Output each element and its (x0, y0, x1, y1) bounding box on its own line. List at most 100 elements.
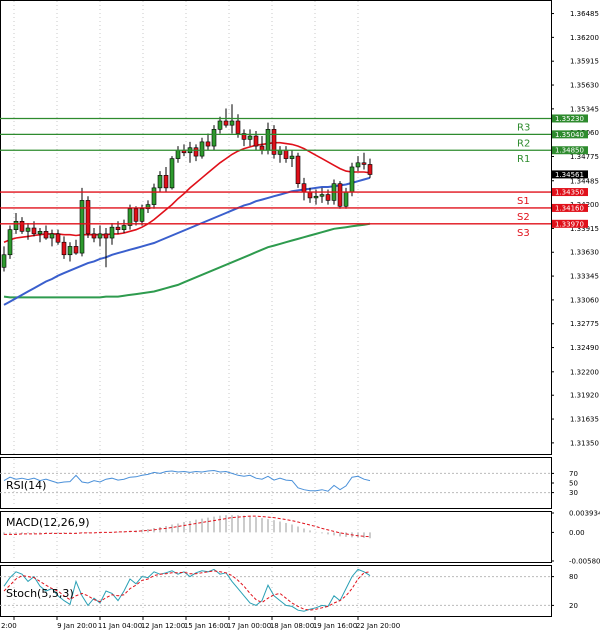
candle-body (295, 155, 301, 184)
candle-body (367, 164, 373, 175)
candle-body (85, 200, 91, 235)
candle-body (337, 183, 343, 207)
candle-body (265, 129, 271, 151)
candle-body (91, 233, 97, 239)
y-tick-label: 1.33630 (570, 249, 599, 257)
chart-canvas: 1.36485 1.36200 1.35915 1.35630 1.35345 1.350… (0, 0, 600, 630)
y-tick-label: 0.00 (569, 529, 585, 537)
candle-body (205, 141, 211, 147)
level-name-r2: R2 (517, 138, 530, 149)
candle-body (151, 187, 157, 205)
candle-body (157, 175, 163, 189)
candle-body (325, 194, 331, 201)
y-tick-label: 1.32775 (570, 320, 599, 328)
x-tick-label: 2:00 (1, 622, 17, 630)
stoch-title: Stoch(5,5,3) (6, 587, 74, 600)
current-price-label: 1.34561 (555, 171, 584, 179)
y-tick-label: 20 (569, 602, 578, 610)
y-tick-label: 1.33060 (570, 296, 599, 304)
candle-body (163, 175, 169, 189)
candle-body (343, 191, 349, 207)
candle-body (31, 227, 37, 235)
level-name-s1: S1 (517, 196, 530, 207)
candle-body (199, 141, 205, 157)
candle-body (67, 246, 73, 256)
candle-body (97, 233, 103, 239)
x-tick-label: 11 Jan 04:00 (98, 622, 142, 630)
candle-body (301, 183, 307, 193)
candle-body (73, 246, 79, 254)
x-tick-label: 17 Jan 00:00 (227, 622, 271, 630)
candle-body (253, 135, 259, 147)
level-name-s2: S2 (517, 212, 530, 223)
candle-body (283, 149, 289, 159)
level-price-label: 1.34160 (555, 204, 584, 212)
y-tick-label: 1.35345 (570, 105, 599, 113)
candle-body (61, 241, 67, 256)
rsi-panel (0, 457, 552, 509)
level-name-r1: R1 (517, 154, 530, 165)
y-tick-label: 1.31635 (570, 416, 599, 424)
candle-body (133, 208, 139, 222)
stoch-panel (0, 565, 552, 617)
candle-body (193, 147, 199, 157)
x-tick-label: 15 Jan 16:00 (184, 622, 228, 630)
y-tick-label: -0.005803 (569, 558, 600, 566)
x-tick-label: 18 Jan 08:00 (270, 622, 314, 630)
candle-body (103, 233, 109, 239)
candle-body (127, 208, 133, 226)
y-tick-label: 70 (569, 470, 578, 478)
time-axis: 2:00 9 Jan 20:00 11 Jan 04:0012 Jan 12:001… (1, 617, 400, 630)
candle-body (361, 162, 367, 165)
candle-body (169, 158, 175, 189)
candle-body (55, 233, 61, 243)
candle-body (229, 120, 235, 126)
macd-title: MACD(12,26,9) (6, 516, 90, 529)
candle-body (43, 231, 49, 239)
candle-body (289, 155, 295, 159)
level-price-label: 1.34350 (555, 189, 584, 197)
level-price-label: 1.33970 (555, 220, 584, 228)
level-name-r3: R3 (517, 122, 530, 133)
y-tick-label: 1.31920 (570, 392, 599, 400)
x-tick-label: 19 Jan 16:00 (313, 622, 357, 630)
candle-body (109, 226, 115, 239)
y-tick-label: 1.32490 (570, 344, 599, 352)
candle-body (49, 233, 55, 239)
candle-body (349, 166, 355, 193)
y-tick-label: 1.35630 (570, 82, 599, 90)
candle-body (313, 195, 319, 199)
y-tick-label: 1.35915 (570, 58, 599, 66)
x-tick-label: 22 Jan 20:00 (356, 622, 400, 630)
y-tick-label: 0.003934 (569, 510, 600, 518)
candle-body (37, 231, 43, 235)
candle-body (25, 227, 31, 232)
y-tick-label: 1.36200 (570, 34, 599, 42)
candle-body (19, 221, 25, 232)
candle-body (13, 221, 19, 230)
candle-body (319, 194, 325, 197)
candle-body (223, 120, 229, 126)
y-tick-label: 1.31350 (570, 439, 599, 447)
price-axis: 1.36485 1.36200 1.35915 1.35630 1.35345 1.350… (551, 10, 599, 447)
candle-body (115, 226, 121, 230)
candle-body (121, 225, 127, 230)
y-tick-label: 30 (569, 489, 578, 497)
candle-body (235, 120, 241, 134)
y-tick-label: 1.36485 (570, 10, 599, 18)
rsi-title: RSI(14) (6, 479, 46, 492)
level-price-label: 1.35230 (555, 115, 584, 123)
candle-body (1, 254, 7, 268)
level-price-label: 1.34850 (555, 147, 584, 155)
x-tick-label: 9 Jan 20:00 (57, 622, 97, 630)
candle-body (211, 129, 217, 147)
level-price-label: 1.35040 (555, 131, 584, 139)
y-tick-label: 80 (569, 573, 578, 581)
level-name-s3: S3 (517, 228, 530, 239)
y-tick-label: 1.33345 (570, 273, 599, 281)
current-price: 1.34561 (552, 170, 588, 179)
candle-body (355, 162, 361, 168)
candle-body (307, 191, 313, 199)
candle-body (7, 229, 13, 256)
x-tick-label: 12 Jan 12:00 (141, 622, 185, 630)
